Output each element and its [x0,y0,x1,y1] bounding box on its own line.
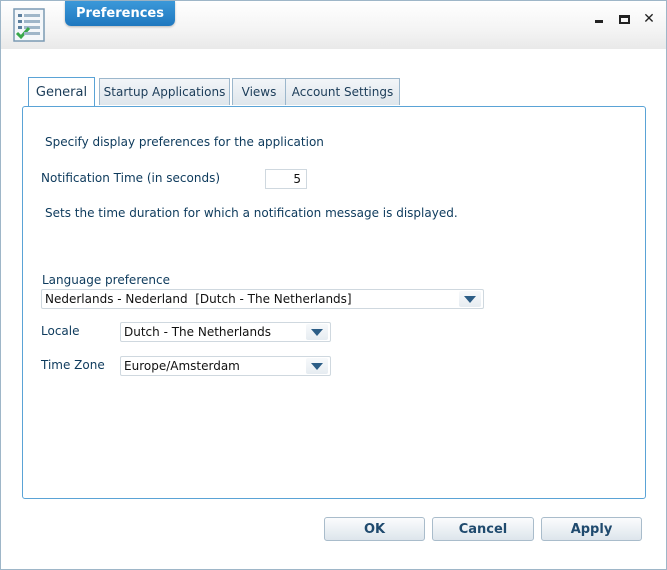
cancel-button[interactable]: Cancel [432,517,534,541]
apply-button[interactable]: Apply [541,517,642,541]
chevron-down-icon[interactable] [306,358,328,374]
locale-select[interactable]: Dutch - The Netherlands [120,322,331,342]
tab-views[interactable]: Views [232,78,286,105]
locale-select-value: Dutch - The Netherlands [124,325,271,339]
timezone-select-value: Europe/Amsterdam [124,359,240,373]
checklist-icon [12,7,46,43]
maximize-icon[interactable] [616,11,632,27]
tab-general[interactable]: General [28,77,95,106]
notification-time-input[interactable] [265,169,307,189]
chevron-down-icon[interactable] [306,324,328,340]
timezone-select[interactable]: Europe/Amsterdam [120,356,331,376]
locale-label: Locale [41,324,80,338]
close-icon[interactable]: ✕ [641,11,657,27]
language-select-value: Nederlands - Nederland [Dutch - The Neth… [45,292,352,306]
language-preference-label: Language preference [42,273,170,287]
language-select[interactable]: Nederlands - Nederland [Dutch - The Neth… [41,289,484,309]
minimize-icon[interactable] [591,11,607,27]
timezone-label: Time Zone [41,358,105,372]
tab-startup-applications[interactable]: Startup Applications [99,78,230,105]
notification-help-text: Sets the time duration for which a notif… [45,206,458,220]
window-title: Preferences [65,1,175,26]
title-bar: Preferences ✕ [1,1,666,49]
chevron-down-icon[interactable] [459,291,481,307]
preferences-window: Preferences ✕ General Startup Applicatio… [0,0,667,570]
notification-time-label: Notification Time (in seconds) [41,171,221,185]
intro-text: Specify display preferences for the appl… [45,135,324,149]
tab-account-settings[interactable]: Account Settings [285,78,400,105]
ok-button[interactable]: OK [324,517,425,541]
